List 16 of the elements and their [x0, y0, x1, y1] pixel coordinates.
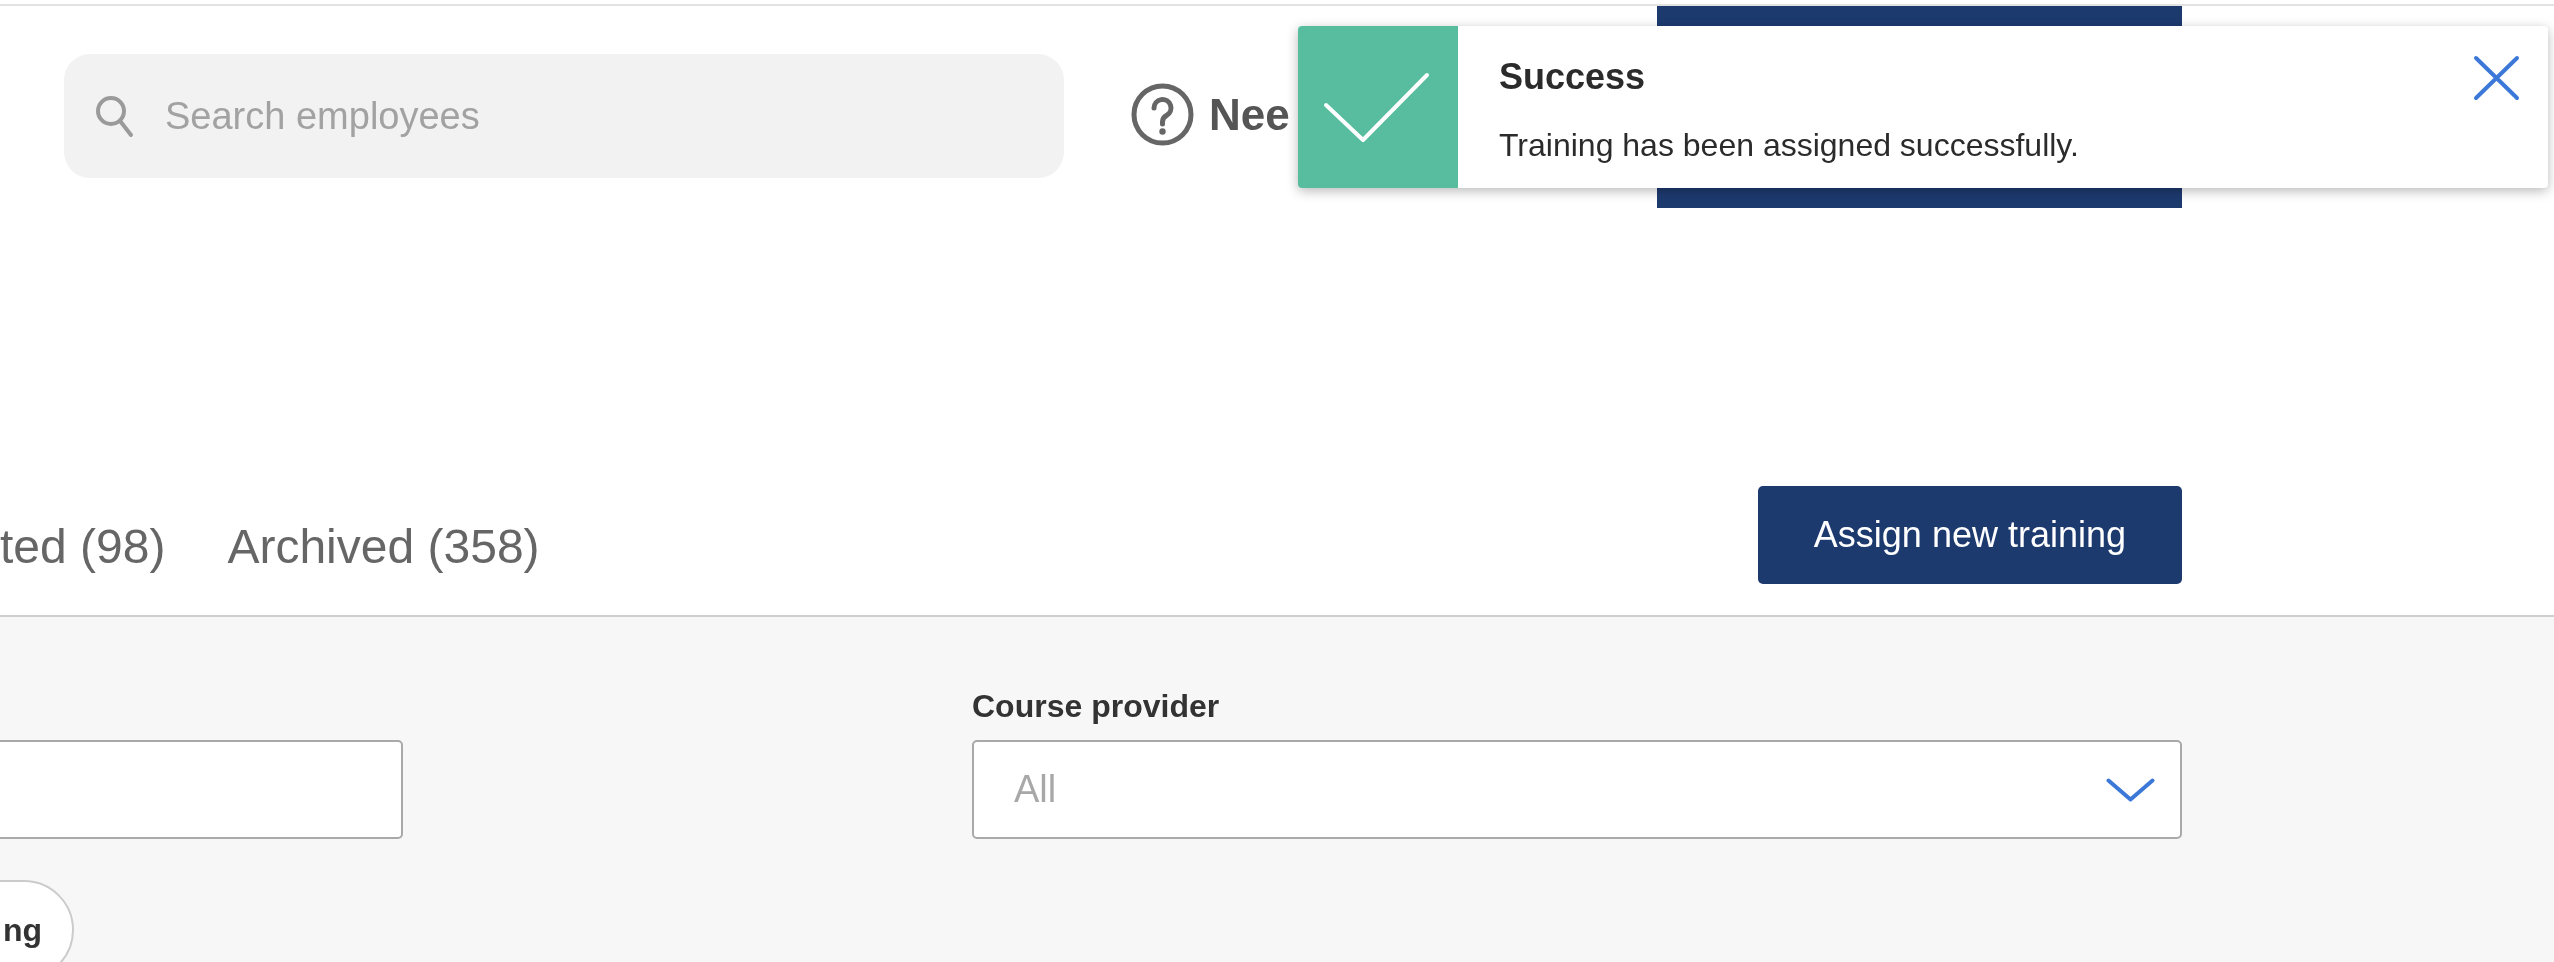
close-button[interactable] [2473, 55, 2520, 101]
tab[interactable]: ted (98) [0, 519, 166, 575]
toast-title: Success [1499, 55, 1646, 99]
chevron-down-icon [2106, 778, 2155, 802]
help-link[interactable]: Nee [1131, 83, 1290, 146]
tab[interactable]: Archived (358) [227, 519, 540, 575]
select-field[interactable]: All [972, 740, 2182, 839]
field-label: Course provider [972, 687, 1220, 726]
toast-message: Training has been assigned successfully. [1499, 126, 2079, 165]
search-icon [94, 94, 134, 138]
close-icon [2473, 55, 2520, 101]
assign-training-button[interactable]: Assign new training [1757, 486, 2182, 584]
help-icon [1131, 83, 1194, 146]
search-field[interactable]: Search employees [64, 54, 1064, 178]
filter-chip[interactable]: ng [0, 880, 75, 962]
text-field[interactable] [0, 740, 403, 839]
